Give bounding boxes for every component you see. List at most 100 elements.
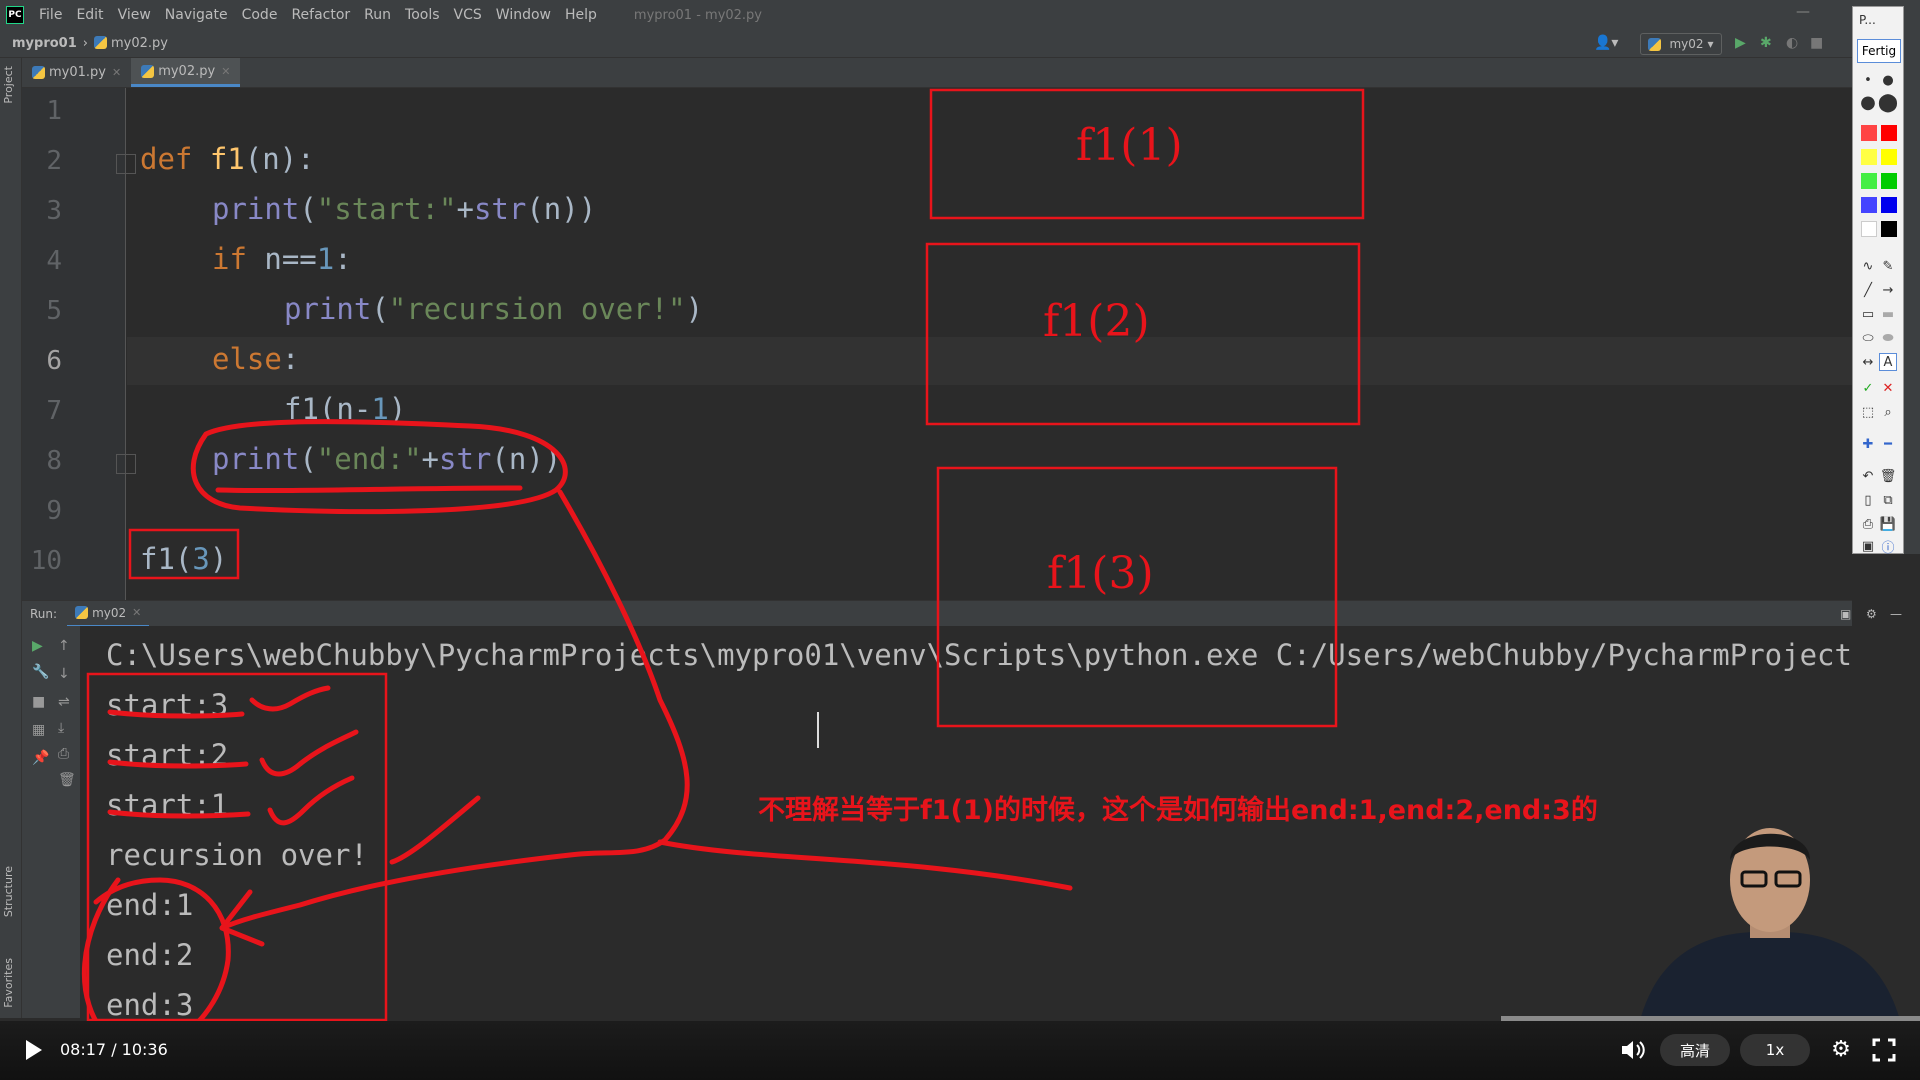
volume-icon[interactable]: [1620, 1038, 1646, 1062]
color-swatch[interactable]: [1861, 221, 1877, 237]
color-swatch[interactable]: [1881, 149, 1897, 165]
menu-tools[interactable]: Tools: [398, 7, 447, 23]
menu-window[interactable]: Window: [489, 7, 558, 23]
new-page-icon[interactable]: ▯: [1859, 491, 1877, 509]
quality-button[interactable]: 高清: [1660, 1034, 1730, 1066]
filled-ellipse-icon[interactable]: ⬬: [1879, 329, 1897, 347]
pen-icon[interactable]: ✎: [1879, 257, 1897, 275]
done-button[interactable]: Fertig: [1857, 39, 1901, 63]
arrow-down-icon[interactable]: ↓: [58, 666, 70, 682]
info-icon[interactable]: ⓘ: [1879, 537, 1897, 556]
menu-view[interactable]: View: [111, 7, 158, 23]
color-swatch[interactable]: [1861, 197, 1877, 213]
color-swatch[interactable]: [1861, 149, 1877, 165]
color-swatch[interactable]: [1861, 173, 1877, 189]
run-icon[interactable]: ▶: [1735, 35, 1746, 51]
line-icon[interactable]: ╱: [1859, 281, 1877, 299]
minimize-icon[interactable]: —: [1796, 4, 1810, 20]
breadcrumb-project[interactable]: mypro01: [12, 36, 77, 51]
trash-icon[interactable]: 🗑: [58, 772, 76, 788]
line-number-gutter: 1 2 3 4 5 6 7 8 9 10: [22, 88, 136, 600]
tab-my01[interactable]: my01.py ✕: [22, 58, 131, 87]
run-tab-label: my02: [92, 605, 127, 620]
filled-rectangle-icon[interactable]: ▬: [1879, 305, 1897, 323]
color-swatch[interactable]: [1881, 125, 1897, 141]
console-line: C:\Users\webChubby\PycharmProjects\mypro…: [106, 638, 1852, 672]
color-swatch[interactable]: [1861, 125, 1877, 141]
speed-button[interactable]: 1x: [1740, 1034, 1810, 1066]
code-text: n==: [264, 242, 317, 276]
minus-icon[interactable]: ━: [1879, 435, 1897, 453]
run-configuration-select[interactable]: my02 ▾: [1640, 33, 1722, 55]
large-dot-icon[interactable]: ●: [1859, 92, 1877, 113]
copy-icon[interactable]: ⧉: [1879, 491, 1897, 509]
run-tab-my02[interactable]: my02 ✕: [67, 601, 150, 627]
tab-label: my01.py: [49, 65, 106, 80]
line-number: 8: [46, 446, 62, 476]
favorites-tool-tab[interactable]: Favorites: [2, 958, 15, 1008]
screen-icon[interactable]: ▣: [1859, 537, 1877, 555]
small-dot-icon[interactable]: •: [1859, 71, 1877, 89]
color-swatch[interactable]: [1881, 173, 1897, 189]
print-icon[interactable]: ⎙: [1859, 515, 1877, 533]
menu-run[interactable]: Run: [357, 7, 398, 23]
cross-icon[interactable]: ✕: [1879, 379, 1897, 397]
debug-icon[interactable]: ✱: [1760, 35, 1772, 51]
code-text: (: [299, 442, 317, 476]
menu-code[interactable]: Code: [235, 7, 285, 23]
code-editor[interactable]: 1 2 3 4 5 6 7 8 9 10 def f1(n): print("s…: [22, 88, 1852, 600]
breadcrumb-file[interactable]: my02.py: [93, 36, 168, 51]
fullscreen-icon[interactable]: [1872, 1038, 1896, 1062]
maximize-icon[interactable]: ▣: [1840, 607, 1851, 621]
menu-navigate[interactable]: Navigate: [158, 7, 235, 23]
stop-icon[interactable]: ■: [32, 694, 45, 710]
structure-tool-tab[interactable]: Structure: [2, 866, 15, 917]
wrench-icon[interactable]: 🔧: [32, 664, 49, 680]
user-icon[interactable]: 👤▾: [1594, 35, 1618, 51]
trash-icon[interactable]: 🗑: [1879, 467, 1897, 485]
check-icon[interactable]: ✓: [1859, 379, 1877, 397]
line-number: 2: [46, 146, 62, 176]
zoom-icon[interactable]: ⌕: [1879, 403, 1897, 421]
play-icon[interactable]: [24, 1038, 44, 1062]
color-swatch[interactable]: [1881, 221, 1897, 237]
print-icon[interactable]: ⎙: [58, 746, 69, 762]
arrow-up-icon[interactable]: ↑: [58, 638, 70, 654]
menu-file[interactable]: File: [32, 7, 69, 23]
close-icon[interactable]: ✕: [221, 65, 230, 78]
undo-icon[interactable]: ↶: [1859, 467, 1877, 485]
coverage-icon[interactable]: ◐: [1786, 35, 1798, 51]
color-swatch[interactable]: [1881, 197, 1897, 213]
fold-marker-icon[interactable]: [116, 154, 136, 174]
arrow-icon[interactable]: →: [1879, 281, 1897, 299]
menu-edit[interactable]: Edit: [69, 7, 110, 23]
freehand-icon[interactable]: ∿: [1859, 257, 1877, 275]
ellipse-icon[interactable]: ⬭: [1859, 329, 1877, 347]
menu-refactor[interactable]: Refactor: [284, 7, 357, 23]
double-arrow-icon[interactable]: ↔: [1859, 353, 1877, 371]
menu-vcs[interactable]: VCS: [447, 7, 489, 23]
layout-icon[interactable]: ▦: [32, 722, 45, 738]
text-tool-icon[interactable]: A: [1879, 353, 1897, 371]
gear-icon[interactable]: ⚙: [1866, 607, 1877, 621]
gear-icon[interactable]: ⚙: [1828, 1037, 1854, 1063]
scroll-to-end-icon[interactable]: ⤓: [58, 720, 64, 736]
soft-wrap-icon[interactable]: ⇌: [58, 694, 70, 710]
medium-dot-icon[interactable]: ●: [1879, 71, 1897, 89]
rerun-icon[interactable]: ▶: [32, 638, 43, 654]
fold-marker-icon[interactable]: [116, 454, 136, 474]
menu-help[interactable]: Help: [558, 7, 604, 23]
project-tool-tab[interactable]: Project: [2, 66, 15, 104]
rectangle-icon[interactable]: ▭: [1859, 305, 1877, 323]
pin-icon[interactable]: 📌: [32, 750, 49, 766]
plus-icon[interactable]: ✚: [1859, 435, 1877, 453]
hide-panel-icon[interactable]: —: [1890, 607, 1902, 621]
close-icon[interactable]: ✕: [132, 606, 141, 619]
save-icon[interactable]: 💾: [1879, 515, 1897, 533]
stop-icon[interactable]: ■: [1810, 35, 1823, 51]
tab-my02[interactable]: my02.py ✕: [131, 58, 241, 87]
close-icon[interactable]: ✕: [112, 66, 121, 79]
selection-icon[interactable]: ⬚: [1859, 403, 1877, 421]
xlarge-dot-icon[interactable]: ⬤: [1878, 92, 1898, 113]
code-text: +: [421, 442, 440, 476]
